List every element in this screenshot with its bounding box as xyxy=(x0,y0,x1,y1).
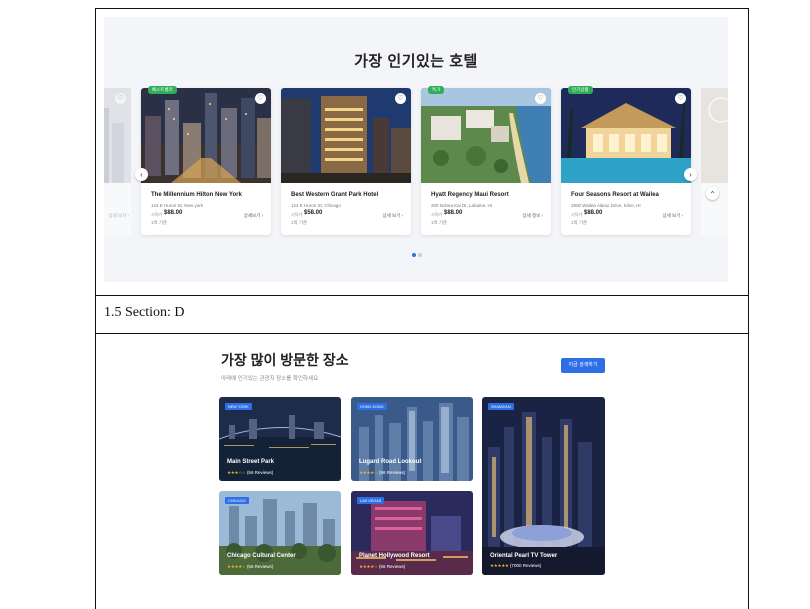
hotel-badge: 인기상품 xyxy=(568,86,593,94)
heart-icon[interactable]: ♡ xyxy=(255,93,266,104)
place-name: Main Street Park xyxy=(227,459,275,465)
hotel-name: The Millennium Hilton New York xyxy=(151,192,242,198)
heart-icon[interactable]: ♡ xyxy=(395,93,406,104)
hotel-name: Four Seasons Resort at Wailea xyxy=(571,192,659,198)
hotel-badge: 특가 xyxy=(428,86,445,94)
review-count: (56 Reviews) xyxy=(378,470,406,475)
place-name: Chicago Cultural Center xyxy=(227,553,296,559)
hotel-address: 200 Nohea Kai Dr, Lahaina, HI xyxy=(431,203,493,208)
hotel-price: $58.00 xyxy=(304,210,323,216)
hotel-card-peek-right[interactable] xyxy=(701,88,728,235)
chevron-right-icon[interactable]: › xyxy=(684,168,697,181)
star-rating-icon: ★★★★☆ xyxy=(359,564,378,569)
heart-icon[interactable]: ♡ xyxy=(115,93,126,104)
hotel-name: Best Western Grant Park Hotel xyxy=(291,192,379,198)
hotel-card-peek-left[interactable]: 상세 보기 › xyxy=(104,88,131,235)
city-tag: SHANGHAI xyxy=(488,403,514,410)
place-rating: ★★★★☆ (56 Reviews) xyxy=(359,470,405,476)
places-title: 가장 많이 방문한 장소 xyxy=(221,352,349,368)
place-card[interactable]: LAS VEGAS Planet Hollywood Resort ★★★★☆ … xyxy=(351,491,473,575)
section-heading: 1.5 Section: D xyxy=(104,305,185,320)
section-divider-bottom xyxy=(95,333,749,334)
heart-icon[interactable]: ♡ xyxy=(675,93,686,104)
place-name: Oriental Pearl TV Tower xyxy=(490,553,558,559)
popular-hotels-section: 가장 인기있는 호텔 상세 보기 › ♡ ♡ The Millennium Hi… xyxy=(104,17,728,282)
hotel-image-maui-resort xyxy=(421,88,551,183)
price-label: 시작가 xyxy=(291,212,303,217)
hotels-title: 가장 인기있는 호텔 xyxy=(354,53,478,70)
hotel-image-grant-park xyxy=(281,88,411,183)
places-subtitle: 아래에 인기있는 관광지 장소를 확인하세요 xyxy=(221,376,319,382)
scroll-top-icon[interactable]: ⌃ xyxy=(706,187,719,200)
price-unit: 1박 기준 xyxy=(291,220,308,225)
hotel-peek-detail[interactable]: 상세 보기 › xyxy=(108,213,129,219)
price-unit: 1박 기준 xyxy=(151,220,168,225)
hotel-price: $88.00 xyxy=(584,210,603,216)
hotel-price: $88.00 xyxy=(164,210,183,216)
detail-link[interactable]: 상세 보기 › xyxy=(382,213,403,219)
price-label: 시작가 xyxy=(151,212,163,217)
hotel-image-city-night xyxy=(141,88,271,183)
place-name: Planet Hollywood Resort xyxy=(359,553,430,559)
hotel-address: 3900 Wailea Alanui Drive, Kihei, HI xyxy=(571,203,641,208)
most-visited-section: 가장 많이 방문한 장소 아래에 인기있는 관광지 장소를 확인하세요 지금 검… xyxy=(104,341,728,591)
chevron-left-icon[interactable]: ‹ xyxy=(135,168,148,181)
review-count: (56 Reviews) xyxy=(246,564,274,569)
place-card[interactable]: CHICAGO Chicago Cultural Center ★★★★☆ (5… xyxy=(219,491,341,575)
price-label: 시작가 xyxy=(431,212,443,217)
hotel-card[interactable]: ♡ Four Seasons Resort at Wailea 3900 Wai… xyxy=(561,88,691,235)
price-label: 시작가 xyxy=(571,212,583,217)
price-unit: 1박 기준 xyxy=(571,220,588,225)
city-tag: LAS VEGAS xyxy=(357,497,385,504)
hotel-address: 124 E Huron St, New york xyxy=(151,203,204,208)
place-rating: ★★★★☆ (56 Reviews) xyxy=(227,564,273,570)
hotel-image-four-seasons xyxy=(561,88,691,183)
place-card[interactable]: HONG KONG Lugard Road Lookout ★★★★☆ (56 … xyxy=(351,397,473,481)
heart-icon[interactable]: ♡ xyxy=(535,93,546,104)
hotel-price: $88.00 xyxy=(444,210,463,216)
review-count: (56 Reviews) xyxy=(378,564,406,569)
place-rating: ★★★★☆ (56 Reviews) xyxy=(359,564,405,570)
carousel-dot[interactable] xyxy=(418,253,422,257)
city-tag: CHICAGO xyxy=(225,497,249,504)
detail-link[interactable]: 상세 보기 › xyxy=(662,213,683,219)
hotel-card[interactable]: ♡ Best Western Grant Park Hotel 124 E Hu… xyxy=(281,88,411,235)
hotel-address: 124 E Huron St, Chicago xyxy=(291,203,341,208)
place-name: Lugard Road Lookout xyxy=(359,459,422,465)
detail-link[interactable]: 상세보기 › xyxy=(244,213,263,219)
place-rating: ★★★☆☆ (56 Reviews) xyxy=(227,470,273,476)
star-rating-icon: ★★★★★ xyxy=(490,563,509,568)
section-divider-top xyxy=(95,295,749,296)
city-tag: NEW YORK xyxy=(225,403,252,410)
city-tag: HONG KONG xyxy=(357,403,387,410)
star-rating-icon: ★★★★☆ xyxy=(359,470,378,475)
star-rating-icon: ★★★☆☆ xyxy=(227,470,246,475)
price-unit: 1박 기준 xyxy=(431,220,448,225)
detail-link[interactable]: 상세 정보 › xyxy=(522,213,543,219)
place-image-shanghai xyxy=(482,397,605,575)
hotel-name: Hyatt Regency Maui Resort xyxy=(431,192,509,198)
review-count: (56 Reviews) xyxy=(246,470,274,475)
review-count: (7000 Reviews) xyxy=(509,563,542,568)
place-card[interactable]: NEW YORK Main Street Park ★★★☆☆ (56 Revi… xyxy=(219,397,341,481)
hotel-card[interactable]: ♡ The Millennium Hilton New York 124 E H… xyxy=(141,88,271,235)
hotel-badge: 베스트셀러 xyxy=(148,86,177,94)
hotel-card[interactable]: ♡ Hyatt Regency Maui Resort 200 Nohea Ka… xyxy=(421,88,551,235)
place-card[interactable]: SHANGHAI Oriental Pearl TV Tower ★★★★★ (… xyxy=(482,397,605,575)
place-rating: ★★★★★ (7000 Reviews) xyxy=(490,563,541,569)
star-rating-icon: ★★★★☆ xyxy=(227,564,246,569)
search-now-button[interactable]: 지금 검색하기 xyxy=(561,358,605,373)
carousel-dot-active[interactable] xyxy=(412,253,416,257)
hotel-peek-image xyxy=(701,88,728,183)
